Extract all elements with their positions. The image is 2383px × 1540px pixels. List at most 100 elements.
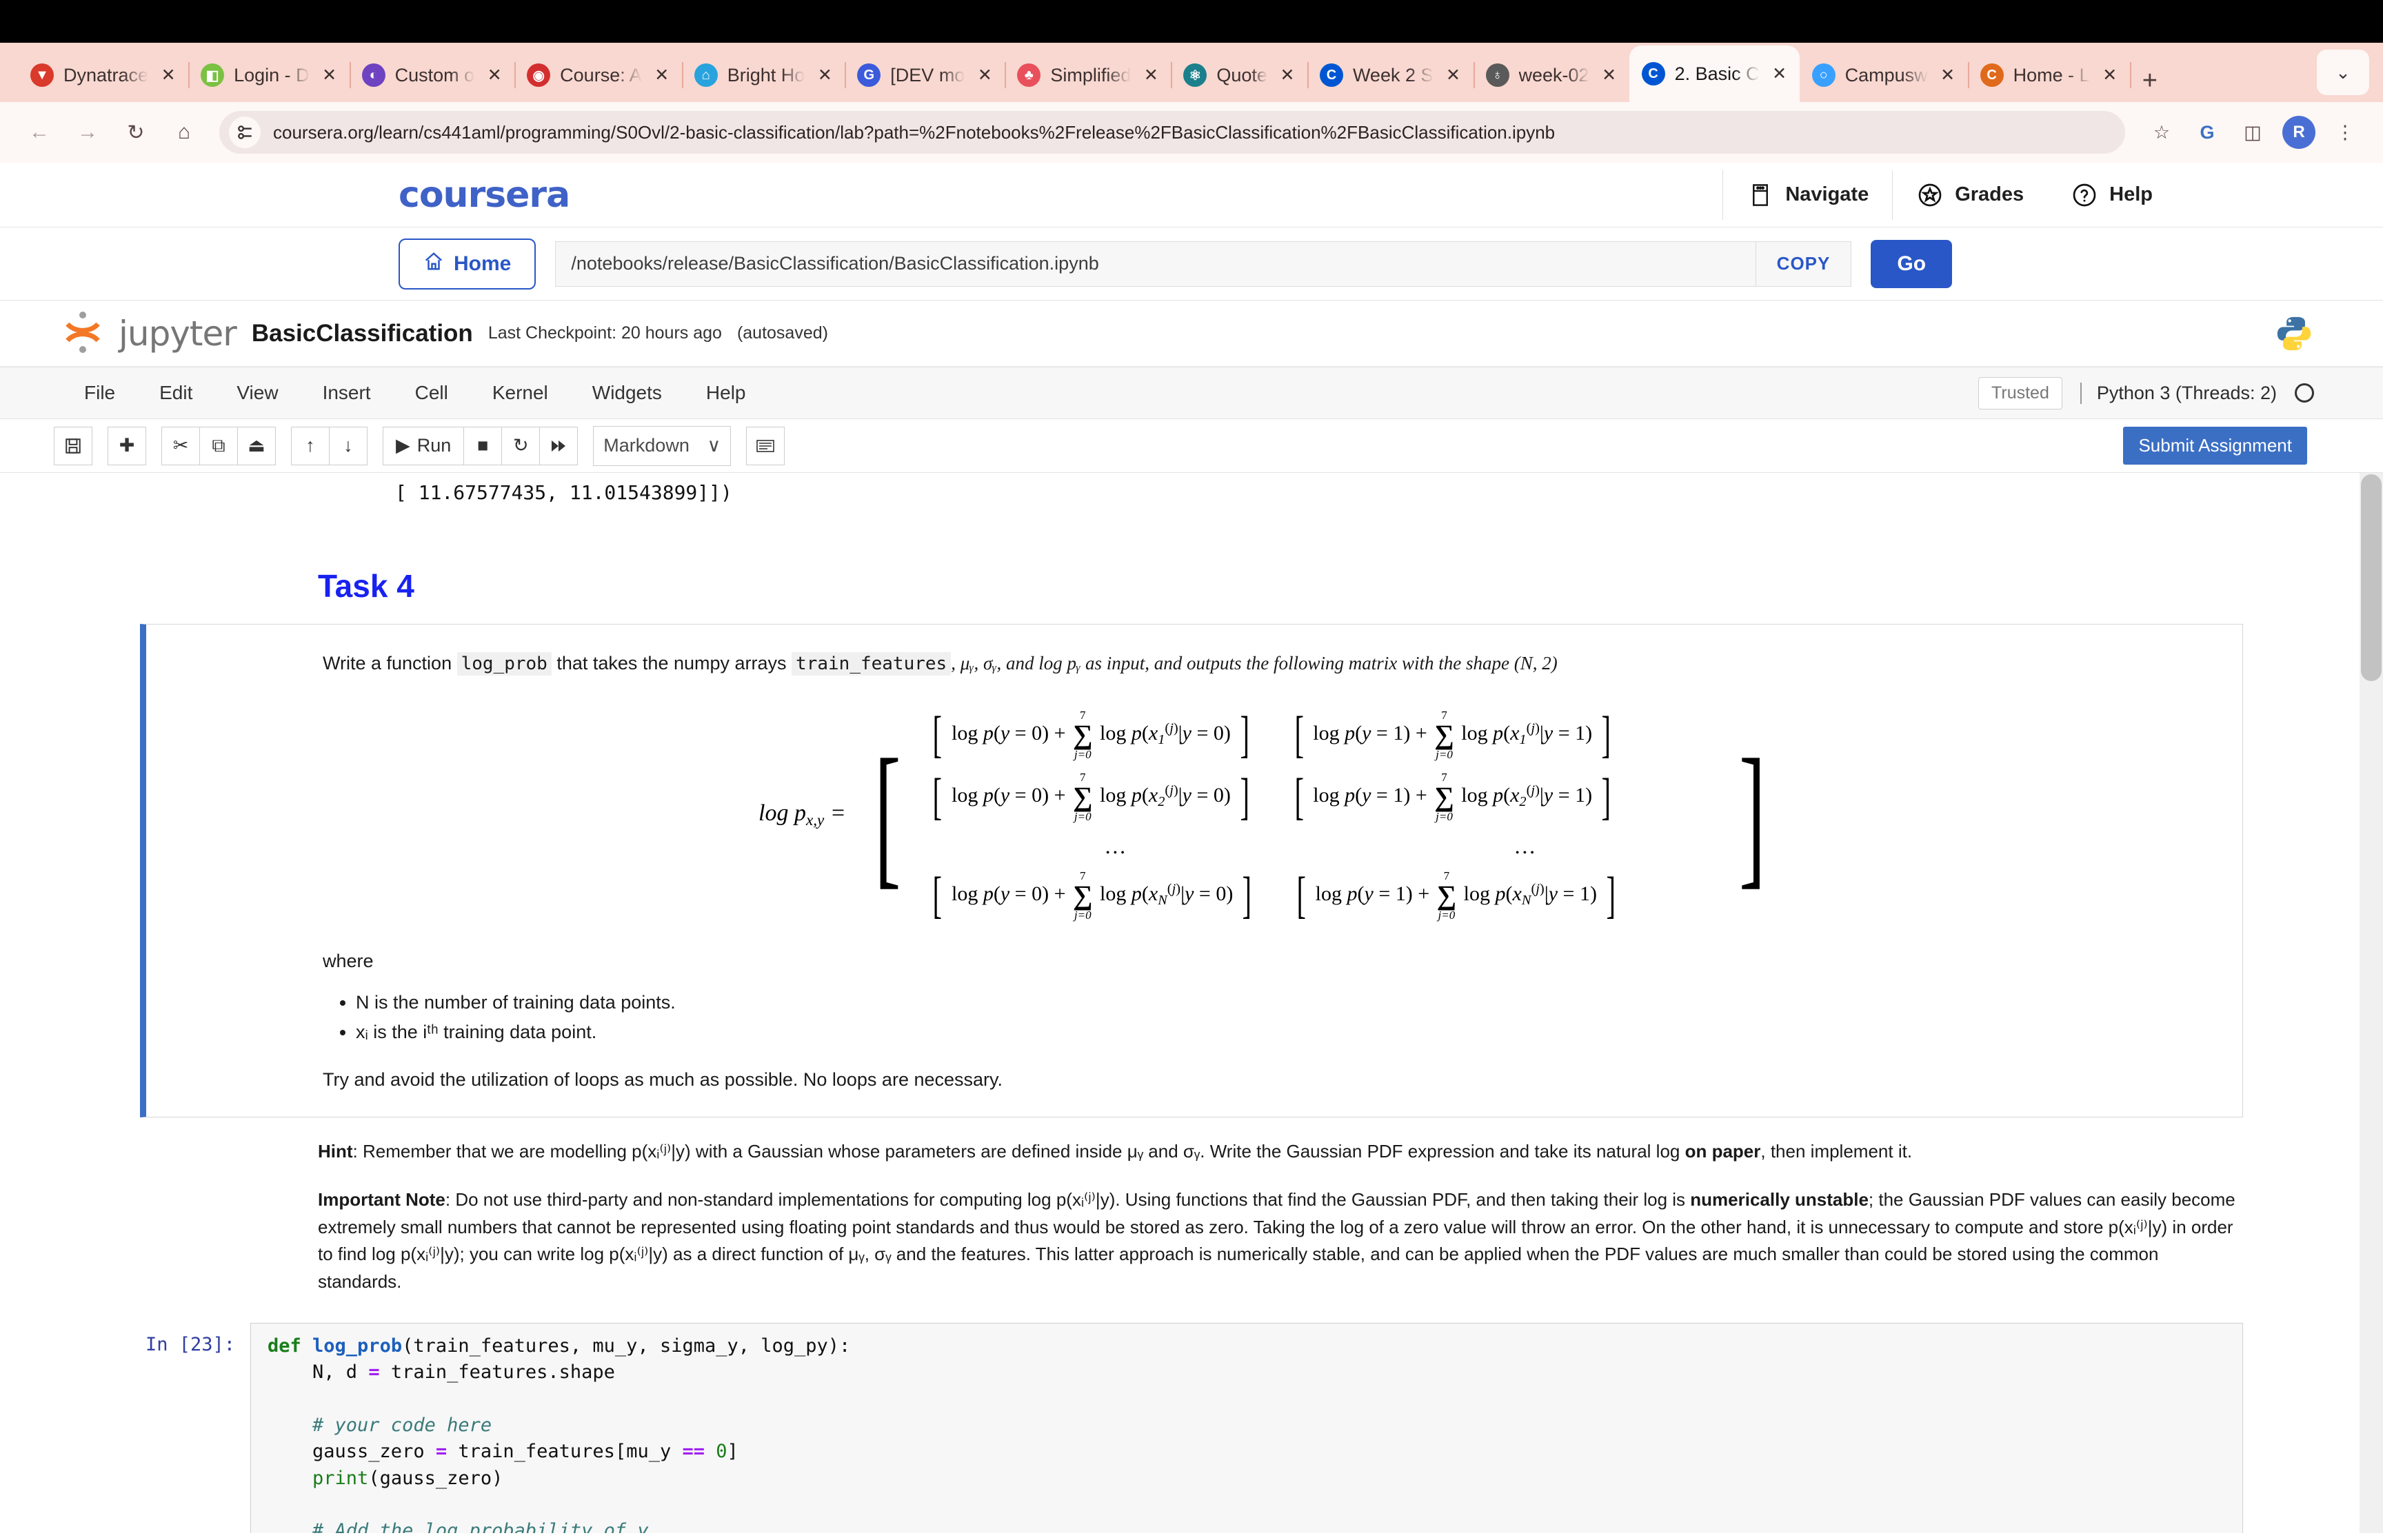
restart-and-run-all-button[interactable] [539,427,578,465]
browser-tab-0[interactable]: ▼Dynatrace✕ [18,48,188,102]
browser-menu-icon[interactable]: ⋮ [2325,112,2365,152]
interrupt-kernel-button[interactable]: ■ [463,427,502,465]
browser-tab-7[interactable]: ⚛Quote✕ [1171,48,1307,102]
browser-tab-2[interactable]: ◐Custom o✕ [350,48,515,102]
browser-tab-10[interactable]: C2. Basic C✕ [1629,45,1800,102]
forward-button[interactable]: → [66,111,109,154]
browser-tab-4[interactable]: ⌂Bright Ho✕ [682,48,845,102]
close-icon[interactable]: ✕ [484,65,505,85]
browser-tab-9[interactable]: ♁week-02✕ [1474,48,1629,102]
lab-home-button[interactable]: Home [399,239,536,290]
save-button[interactable] [54,427,92,465]
bookmark-star-icon[interactable]: ☆ [2142,112,2182,152]
menu-item-cell[interactable]: Cell [393,382,470,404]
coursera-logo[interactable]: coursera [399,174,570,216]
help-button[interactable]: Help [2047,170,2176,220]
command-palette-button[interactable] [746,427,785,465]
run-triangle-icon: ▶ [396,435,410,456]
browser-tab-3[interactable]: ◉Course: A✕ [514,48,682,102]
menu-item-kernel[interactable]: Kernel [470,382,570,404]
tab-label: week-02 [1519,65,1589,86]
close-icon[interactable]: ✕ [319,65,340,85]
notebook-scrollbar[interactable] [2360,473,2383,1533]
close-icon[interactable]: ✕ [1938,65,1958,85]
grades-label: Grades [1955,183,2024,206]
close-icon[interactable]: ✕ [1140,65,1161,85]
react-icon: ⚛ [1183,63,1207,87]
address-bar[interactable]: coursera.org/learn/cs441aml/programming/… [219,111,2125,154]
move-cell-down-button[interactable]: ↓ [329,427,368,465]
code-editor[interactable]: def log_prob(train_features, mu_y, sigma… [250,1323,2243,1533]
submit-assignment-button[interactable]: Submit Assignment [2123,427,2307,465]
copy-cell-button[interactable]: ⧉ [199,427,238,465]
code-log-prob: log_prob [457,652,552,676]
reload-button[interactable]: ↻ [114,111,157,154]
browser-tab-6[interactable]: ♣Simplified✕ [1005,48,1171,102]
close-icon[interactable]: ✕ [1769,63,1790,84]
move-cell-up-button[interactable]: ↑ [291,427,330,465]
cell-type-select[interactable]: Markdown ∨ [593,426,731,466]
home-button[interactable]: ⌂ [163,111,205,154]
google-apps-icon[interactable]: G [2187,112,2227,152]
run-cell-button[interactable]: ▶ Run [383,427,464,465]
profile-avatar[interactable]: R [2282,116,2315,149]
toolbar-group-run: ▶ Run ■ ↻ [383,427,578,465]
go-button[interactable]: Go [1871,240,1952,288]
close-icon[interactable]: ✕ [814,65,835,85]
menu-item-help[interactable]: Help [684,382,768,404]
close-icon[interactable]: ✕ [2100,65,2120,85]
page-title[interactable]: Task 4 [64,504,2319,605]
task-markdown-cell[interactable]: Write a function log_prob that takes the… [140,624,2243,1117]
brighthorizons-icon: ⌂ [694,63,718,87]
coursera-actions: Navigate Grades [1722,163,2176,227]
tab-search-chevron-icon[interactable]: ⌄ [2317,50,2369,95]
important-note-paragraph: Important Note: Do not use third-party a… [64,1166,2319,1295]
hint-paragraph: Hint: Remember that we are modelling p(x… [64,1117,2319,1166]
copy-button[interactable]: COPY [1756,242,1851,286]
close-icon[interactable]: ✕ [974,65,995,85]
browser-tab-11[interactable]: ○Campusw✕ [1800,48,1968,102]
navigate-button[interactable]: Navigate [1722,170,1893,220]
back-button[interactable]: ← [18,111,61,154]
browser-tab-8[interactable]: CWeek 2 S✕ [1307,48,1474,102]
code-token: # Add the log probability of y [268,1520,649,1533]
toolbar-group-file [54,427,92,465]
code-cell[interactable]: In [23]: def log_prob(train_features, mu… [64,1323,2319,1533]
ellipsis-left: … [929,833,1301,859]
scrollbar-thumb[interactable] [2361,474,2382,681]
grades-button[interactable]: Grades [1893,170,2047,220]
dynatrace-icon: ▼ [30,63,54,87]
menu-item-widgets[interactable]: Widgets [570,382,684,404]
close-icon[interactable]: ✕ [652,65,672,85]
insert-cell-below-button[interactable]: ✚ [108,427,146,465]
checkpoint-label: Last Checkpoint: 20 hours ago [488,323,722,343]
close-icon[interactable]: ✕ [1277,65,1298,85]
notebook-title[interactable]: BasicClassification [252,320,473,347]
close-icon[interactable]: ✕ [1599,65,1620,85]
paste-cell-button[interactable]: ⏏ [237,427,276,465]
cell-bracket-close: ] [1243,882,1252,910]
menu-item-edit[interactable]: Edit [137,382,214,404]
path-input[interactable]: /notebooks/release/BasicClassification/B… [555,241,1851,287]
browser-tab-5[interactable]: G[DEV mo✕ [845,48,1005,102]
browser-tab-1[interactable]: ◧Login - D✕ [188,48,350,102]
code-line-1: N, d = train_features.shape [268,1359,2226,1386]
tab-label: Course: A [560,65,642,86]
jupyter-logo-icon[interactable] [62,310,103,356]
menu-item-view[interactable]: View [214,382,300,404]
browser-tab-12[interactable]: CHome - L✕ [1968,48,2130,102]
kernel-name-label[interactable]: Python 3 (Threads: 2) [2080,383,2277,404]
code-line-0: def log_prob(train_features, mu_y, sigma… [268,1333,2226,1359]
trusted-badge[interactable]: Trusted [1978,377,2062,409]
site-permissions-icon[interactable] [229,116,261,148]
new-tab-button[interactable]: + [2130,68,2175,102]
close-icon[interactable]: ✕ [1443,65,1464,85]
os-top-strip [0,0,2383,43]
menu-item-insert[interactable]: Insert [301,382,393,404]
menu-item-file[interactable]: File [62,382,137,404]
side-panel-icon[interactable]: ◫ [2233,112,2273,152]
restart-kernel-button[interactable]: ↻ [501,427,540,465]
cut-cell-button[interactable]: ✂ [161,427,200,465]
close-icon[interactable]: ✕ [158,65,179,85]
code-token: train_features[mu_y [447,1441,682,1462]
